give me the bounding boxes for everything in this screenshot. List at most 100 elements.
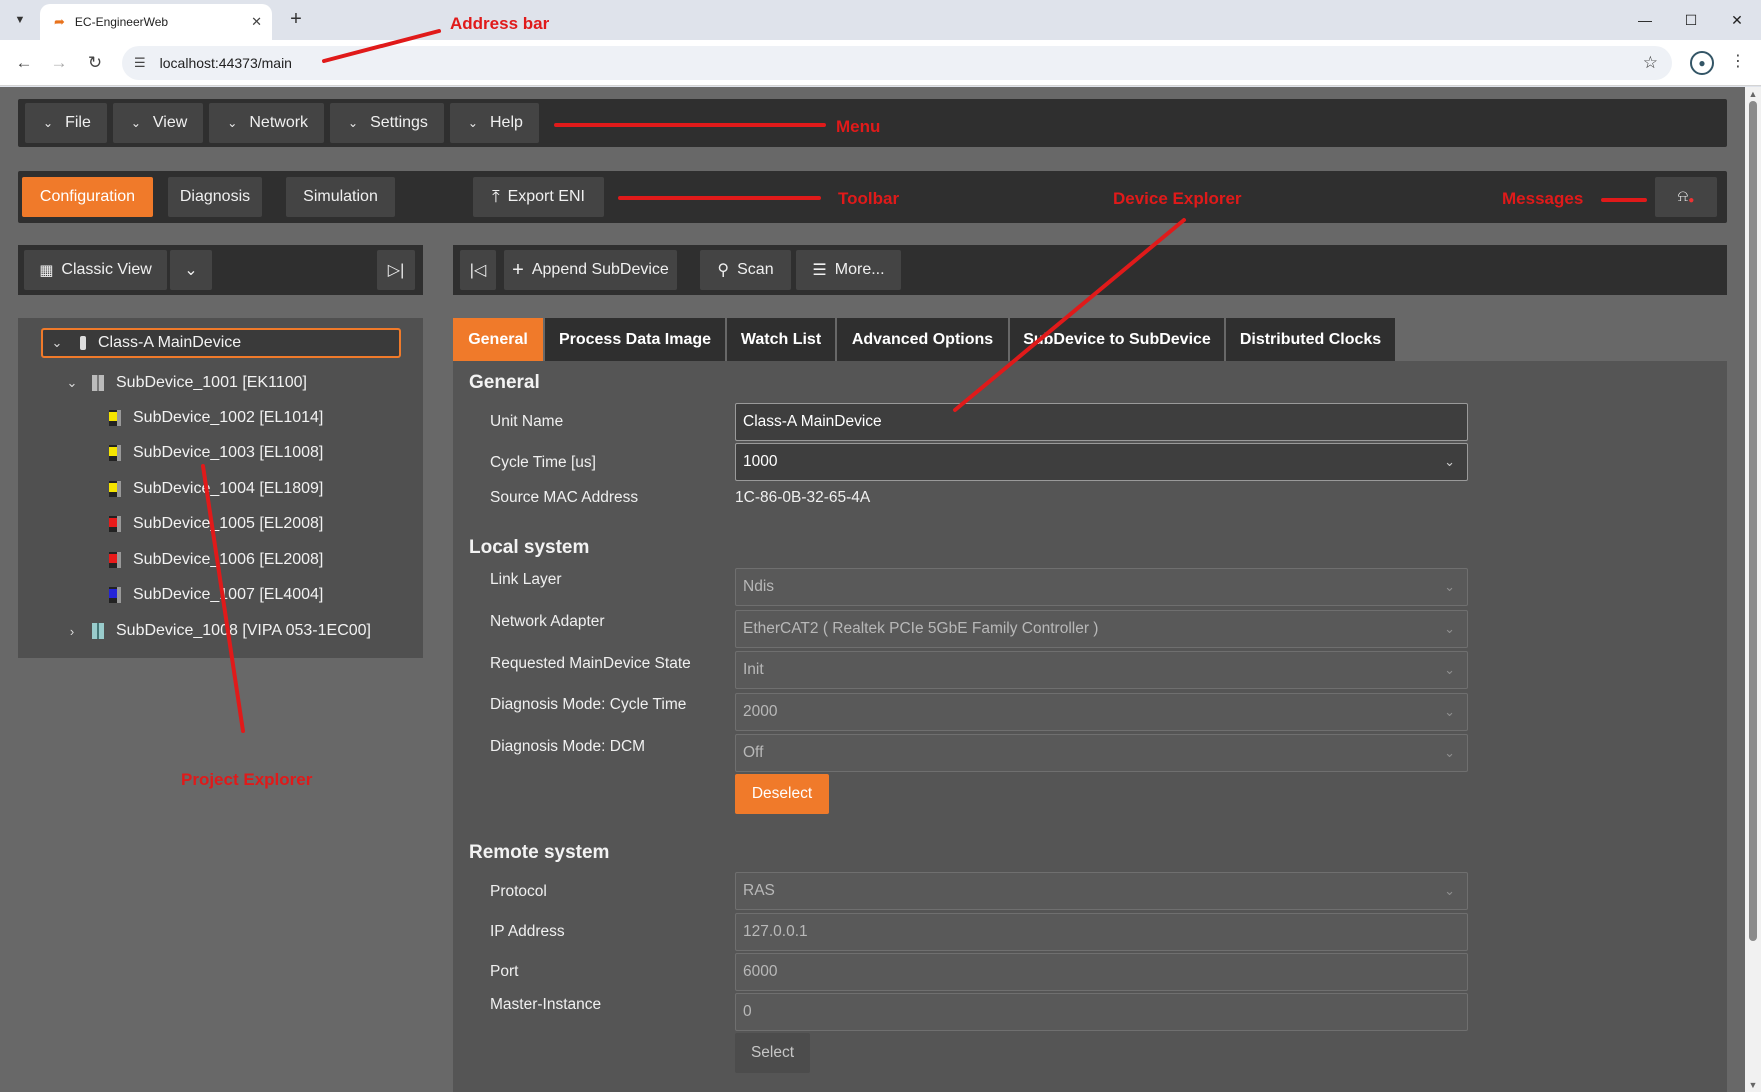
scroll-up-icon[interactable]: ▲	[1748, 89, 1758, 99]
tree-item-subdevice-1001[interactable]: ⌄ SubDevice_1001 [EK1100]	[62, 368, 307, 398]
browser-toolbar: ← → ↻ ☰ localhost:44373/main ☆	[0, 40, 1761, 86]
project-explorer-tree: ⌄ Class-A MainDevice ⌄ SubDevice_1001 [E…	[18, 318, 423, 658]
unit-name-input[interactable]: Class-A MainDevice	[735, 403, 1468, 441]
menu-network[interactable]: ⌄ Network	[209, 103, 325, 143]
export-eni-label: Export ENI	[507, 188, 585, 205]
back-arrow-icon[interactable]: ←	[12, 51, 36, 75]
browser-menu-icon[interactable]: ⋮	[1730, 51, 1746, 75]
tree-item-label: SubDevice_1001 [EK1100]	[116, 374, 307, 391]
deselect-button[interactable]: Deselect	[735, 774, 829, 814]
annotation-toolbar: Toolbar	[838, 189, 900, 208]
close-tab-icon[interactable]: ✕	[251, 14, 262, 30]
mac-address-label: Source MAC Address	[490, 489, 639, 506]
url-text: localhost:44373/main	[159, 55, 292, 71]
bookmark-star-icon[interactable]: ☆	[1643, 53, 1658, 73]
tree-item-label: Class-A MainDevice	[98, 334, 242, 351]
requested-state-select[interactable]: Init ⌄	[735, 651, 1468, 689]
chevron-down-icon: ⌄	[1444, 621, 1455, 636]
scroll-down-icon[interactable]: ▼	[1748, 1080, 1758, 1090]
tab-configuration[interactable]: Configuration	[22, 177, 153, 217]
export-eni-button[interactable]: ⤒ Export ENI	[473, 177, 604, 217]
section-general-title: General	[469, 372, 540, 393]
reload-icon[interactable]: ↻	[83, 51, 107, 75]
terminal-yellow-icon	[109, 410, 121, 426]
chevron-down-icon: ⌄	[348, 116, 359, 130]
browser-tab[interactable]: ➦ EC-EngineerWeb ✕	[40, 4, 272, 40]
view-dropdown-button[interactable]: ⌄	[170, 250, 212, 290]
menu-settings[interactable]: ⌄ Settings	[330, 103, 444, 143]
link-layer-select[interactable]: Ndis ⌄	[735, 568, 1468, 606]
page-scrollbar[interactable]: ▲ ▼	[1745, 87, 1761, 1092]
menu-file[interactable]: ⌄ File	[25, 103, 107, 143]
new-tab-icon[interactable]: +	[284, 8, 308, 32]
diag-dcm-select[interactable]: Off ⌄	[735, 734, 1468, 772]
maximize-icon[interactable]: ☐	[1668, 6, 1714, 34]
chevron-down-icon: ⌄	[1444, 704, 1455, 719]
tab-simulation[interactable]: Simulation	[286, 177, 395, 217]
tree-item-subdevice-1002[interactable]: SubDevice_1002 [EL1014]	[109, 403, 323, 433]
network-adapter-select[interactable]: EtherCAT2 ( Realtek PCIe 5GbE Family Con…	[735, 610, 1468, 648]
chevron-down-icon: ⌄	[1444, 745, 1455, 760]
tree-item-subdevice-1006[interactable]: SubDevice_1006 [EL2008]	[109, 545, 323, 575]
diag-cycle-time-select[interactable]: 2000 ⌄	[735, 693, 1468, 731]
protocol-label: Protocol	[490, 883, 547, 900]
tab-distributed-clocks[interactable]: Distributed Clocks	[1226, 318, 1395, 361]
menu-help-label: Help	[489, 114, 523, 131]
profile-icon[interactable]: ●	[1690, 51, 1714, 75]
tab-watch-list[interactable]: Watch List	[727, 318, 835, 361]
tree-item-maindevice[interactable]: ⌄ Class-A MainDevice	[41, 328, 401, 358]
tab-advanced-options[interactable]: Advanced Options	[837, 318, 1008, 361]
chevron-down-icon[interactable]: ⌄	[62, 375, 82, 391]
master-instance-input[interactable]: 0	[735, 993, 1468, 1031]
port-label: Port	[490, 963, 519, 980]
close-window-icon[interactable]: ✕	[1714, 6, 1760, 34]
tree-item-subdevice-1004[interactable]: SubDevice_1004 [EL1809]	[109, 474, 323, 504]
forward-arrow-icon[interactable]: →	[47, 51, 71, 75]
cycle-time-select[interactable]: 1000 ⌄	[735, 443, 1468, 481]
chevron-down-icon: ⌄	[1444, 662, 1455, 677]
address-bar[interactable]: ☰ localhost:44373/main ☆	[122, 46, 1672, 80]
tab-process-data-image[interactable]: Process Data Image	[545, 318, 725, 361]
device-explorer-header: |◁ + Append SubDevice ⚲ Scan ☰ More...	[453, 245, 1727, 295]
protocol-select[interactable]: RAS ⌄	[735, 872, 1468, 910]
minimize-icon[interactable]: —	[1622, 6, 1668, 34]
tab-general[interactable]: General	[453, 318, 543, 361]
unit-name-value: Class-A MainDevice	[743, 413, 882, 430]
menu-view[interactable]: ⌄ View	[112, 103, 204, 143]
tab-diagnosis[interactable]: Diagnosis	[168, 177, 262, 217]
mac-address-value: 1C-86-0B-32-65-4A	[735, 489, 871, 506]
append-subdevice-button[interactable]: + Append SubDevice	[504, 250, 677, 290]
requested-state-label: Requested MainDevice State	[490, 655, 691, 672]
annotation-address-bar: Address bar	[450, 14, 550, 33]
tab-subdevice-to-subdevice[interactable]: SubDevice to SubDevice	[1010, 318, 1224, 361]
site-info-icon[interactable]: ☰	[134, 55, 146, 71]
coupler-icon	[92, 375, 104, 391]
select-button[interactable]: Select	[735, 1033, 810, 1073]
tree-item-subdevice-1007[interactable]: SubDevice_1007 [EL4004]	[109, 580, 323, 610]
classic-view-button[interactable]: ▦ Classic View	[24, 250, 167, 290]
tree-item-label: SubDevice_1003 [EL1008]	[133, 444, 324, 461]
annotation-menu: Menu	[836, 117, 881, 136]
tree-item-subdevice-1005[interactable]: SubDevice_1005 [EL2008]	[109, 509, 323, 539]
section-remote-system-title: Remote system	[469, 842, 610, 863]
more-button[interactable]: ☰ More...	[796, 250, 901, 290]
tree-item-subdevice-1008[interactable]: › SubDevice_1008 [VIPA 053-1EC00]	[62, 616, 371, 646]
tree-item-label: SubDevice_1006 [EL2008]	[133, 551, 324, 568]
tab-search-chevron-icon[interactable]: ▼	[8, 8, 32, 32]
messages-button[interactable]: ⍾●	[1655, 177, 1717, 217]
tree-item-subdevice-1003[interactable]: SubDevice_1003 [EL1008]	[109, 438, 323, 468]
skip-left-button[interactable]: |◁	[460, 250, 496, 290]
collapse-panel-button[interactable]: ▷|	[377, 250, 415, 290]
menu-help[interactable]: ⌄ Help	[449, 103, 539, 143]
scroll-thumb[interactable]	[1749, 101, 1757, 941]
annotation-device-explorer: Device Explorer	[1113, 189, 1242, 208]
port-input[interactable]: 6000	[735, 953, 1468, 991]
ip-address-label: IP Address	[490, 923, 565, 940]
diag-cycle-time-label: Diagnosis Mode: Cycle Time	[490, 696, 687, 713]
chevron-down-icon[interactable]: ⌄	[47, 335, 67, 351]
ip-address-input[interactable]: 127.0.0.1	[735, 913, 1468, 951]
master-instance-label: Master-Instance	[490, 996, 602, 1013]
chevron-right-icon[interactable]: ›	[62, 624, 82, 639]
scan-button[interactable]: ⚲ Scan	[700, 250, 791, 290]
tree-item-label: SubDevice_1008 [VIPA 053-1EC00]	[116, 622, 371, 639]
